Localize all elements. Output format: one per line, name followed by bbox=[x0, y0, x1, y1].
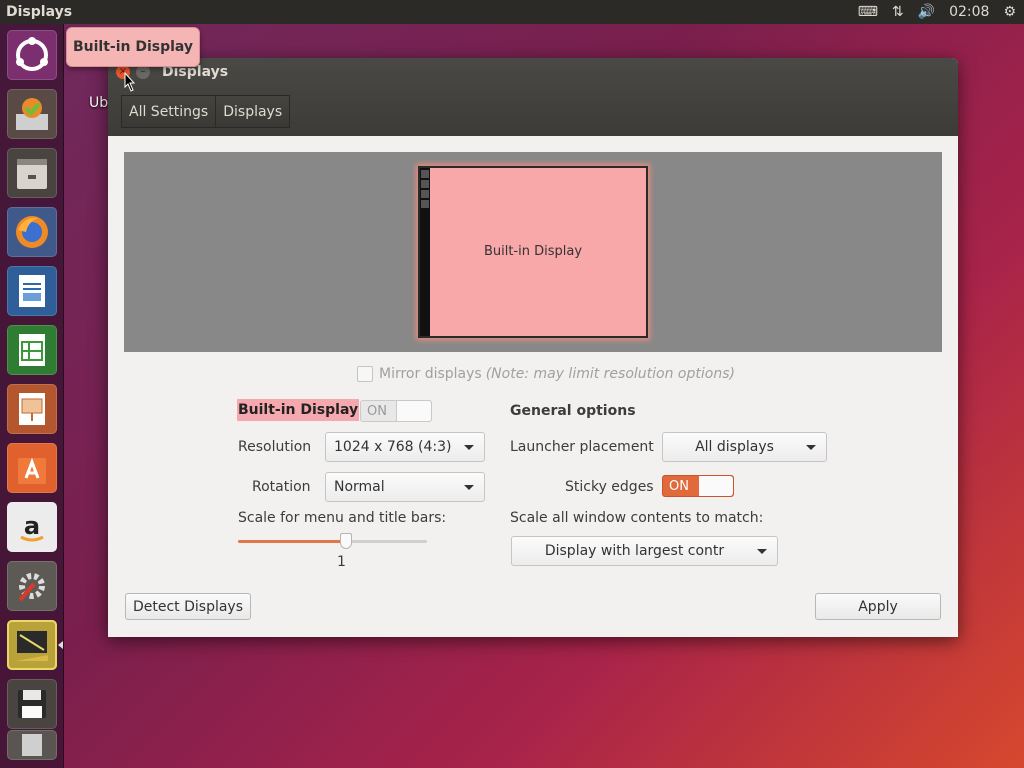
resolution-select[interactable]: 1024 x 768 (4:3) bbox=[325, 432, 485, 462]
system-settings-icon[interactable] bbox=[7, 561, 57, 611]
display-on-switch[interactable]: ON bbox=[360, 400, 432, 422]
rotation-label: Rotation bbox=[252, 479, 311, 495]
desktop-folder-label[interactable]: Ub bbox=[89, 95, 108, 111]
dash-home-icon[interactable] bbox=[7, 30, 57, 80]
mirror-displays-note: (Note: may limit resolution options) bbox=[485, 366, 735, 382]
sticky-edges-switch[interactable]: ON bbox=[662, 475, 734, 497]
network-icon[interactable]: ⇅ bbox=[892, 4, 904, 20]
software-updater-icon[interactable] bbox=[7, 89, 57, 139]
libreoffice-calc-icon[interactable] bbox=[7, 325, 57, 375]
selected-display-name: Built-in Display bbox=[237, 399, 360, 421]
keyboard-icon[interactable]: ⌨ bbox=[858, 4, 878, 20]
ubuntu-software-icon[interactable] bbox=[7, 443, 57, 493]
monitor-arrangement-area[interactable]: Built-in Display bbox=[124, 152, 942, 352]
rotation-value: Normal bbox=[334, 479, 385, 495]
sticky-edges-label: Sticky edges bbox=[565, 479, 654, 495]
monitor-preview[interactable]: Built-in Display bbox=[418, 166, 648, 338]
trash-icon[interactable] bbox=[7, 730, 57, 760]
launcher-placement-value: All displays bbox=[695, 439, 774, 455]
clock[interactable]: 02:08 bbox=[949, 4, 989, 20]
all-settings-button[interactable]: All Settings bbox=[121, 95, 217, 128]
top-panel: Displays ⌨ ⇅ 🔊 02:08 ⚙ bbox=[0, 0, 1024, 24]
breadcrumb: All Settings Displays bbox=[121, 95, 291, 128]
switch-knob bbox=[396, 401, 431, 421]
volume-icon[interactable]: 🔊 bbox=[918, 4, 935, 20]
scale-slider[interactable] bbox=[238, 533, 427, 549]
libreoffice-writer-icon[interactable] bbox=[7, 266, 57, 316]
apply-button[interactable]: Apply bbox=[815, 593, 941, 620]
mirror-displays-checkbox[interactable] bbox=[357, 366, 373, 382]
save-icon[interactable] bbox=[7, 679, 57, 729]
launcher-placement-select[interactable]: All displays bbox=[662, 432, 827, 462]
launcher-placement-label: Launcher placement bbox=[510, 439, 654, 455]
scale-slider-fill bbox=[238, 540, 346, 543]
mirror-displays-label: Mirror displays bbox=[379, 366, 482, 382]
resolution-value: 1024 x 768 (4:3) bbox=[334, 439, 452, 455]
launcher-tooltip: Built-in Display bbox=[66, 27, 200, 67]
rotation-select[interactable]: Normal bbox=[325, 472, 485, 502]
scale-label: Scale for menu and title bars: bbox=[238, 510, 447, 526]
monitor-label: Built-in Display bbox=[483, 244, 583, 259]
scale-all-value: Display with largest contr bbox=[544, 543, 725, 559]
minimize-button[interactable]: – bbox=[136, 65, 150, 79]
mouse-cursor-icon bbox=[124, 72, 136, 92]
launcher: a bbox=[0, 24, 64, 768]
display-switch-label: ON bbox=[367, 403, 387, 419]
libreoffice-impress-icon[interactable] bbox=[7, 384, 57, 434]
mirror-displays-row: Mirror displays (Note: may limit resolut… bbox=[357, 366, 735, 382]
files-icon[interactable] bbox=[7, 148, 57, 198]
scale-value: 1 bbox=[337, 554, 346, 570]
window-titlebar[interactable]: × – Displays All Settings Displays bbox=[108, 58, 958, 136]
chevron-down-icon bbox=[806, 445, 816, 450]
amazon-icon[interactable]: a bbox=[7, 502, 57, 552]
displays-icon[interactable] bbox=[7, 620, 57, 670]
active-app-indicator bbox=[58, 641, 63, 649]
displays-window: × – Displays All Settings Displays Built… bbox=[108, 58, 958, 637]
active-app-title: Displays bbox=[6, 4, 73, 20]
chevron-down-icon bbox=[464, 485, 474, 490]
scale-slider-thumb[interactable] bbox=[339, 533, 352, 549]
scale-all-select[interactable]: Display with largest contr bbox=[511, 536, 778, 566]
displays-breadcrumb-button[interactable]: Displays bbox=[216, 95, 291, 128]
indicator-area: ⌨ ⇅ 🔊 02:08 ⚙ bbox=[858, 4, 1024, 20]
general-options-heading: General options bbox=[510, 403, 636, 419]
switch-knob bbox=[699, 476, 733, 496]
firefox-icon[interactable] bbox=[7, 207, 57, 257]
scale-all-label: Scale all window contents to match: bbox=[510, 510, 764, 526]
system-gear-icon[interactable]: ⚙ bbox=[1003, 4, 1016, 20]
detect-displays-button[interactable]: Detect Displays bbox=[125, 593, 251, 620]
chevron-down-icon bbox=[757, 549, 767, 554]
chevron-down-icon bbox=[464, 445, 474, 450]
svg-text:a: a bbox=[24, 512, 40, 540]
resolution-label: Resolution bbox=[238, 439, 312, 455]
sticky-switch-label: ON bbox=[669, 478, 689, 494]
